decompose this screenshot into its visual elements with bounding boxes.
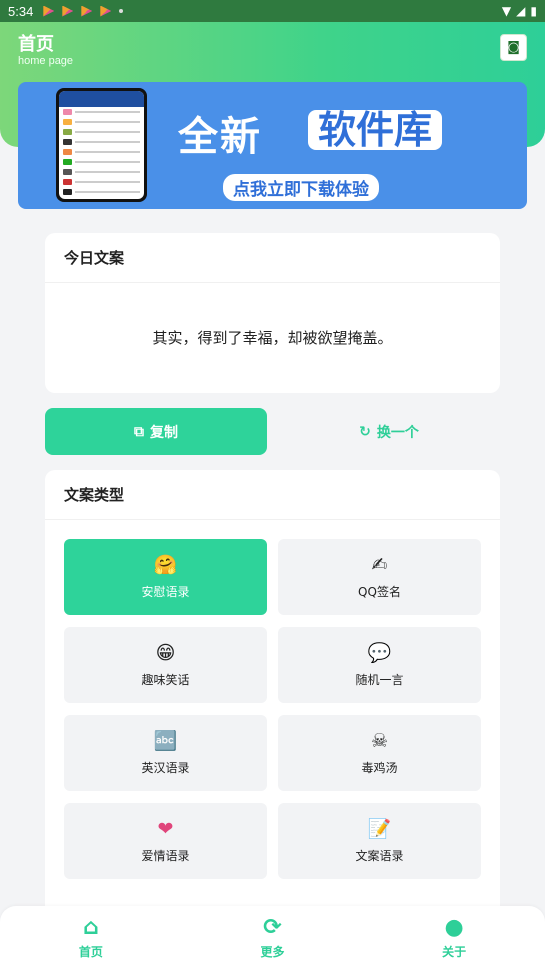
type-tile-label: QQ签名 bbox=[358, 585, 401, 599]
page-title: 首页 bbox=[18, 34, 54, 54]
phone-mockup-icon bbox=[56, 88, 147, 202]
notification-icon bbox=[43, 5, 55, 17]
swap-label: 换一个 bbox=[376, 424, 419, 441]
notepad-icon: 📝 bbox=[367, 818, 392, 840]
refresh-icon: ↻ bbox=[359, 423, 371, 440]
today-title: 今日文案 bbox=[45, 233, 500, 283]
swap-button[interactable]: ↻ 换一个 bbox=[278, 408, 500, 455]
today-card: 今日文案 其实，得到了幸福，却被欲望掩盖。 bbox=[45, 233, 500, 393]
wifi-icon: ▼ bbox=[501, 4, 512, 18]
notification-icon bbox=[81, 5, 93, 17]
banner-cta: 点我立即下载体验 bbox=[223, 174, 379, 201]
battery-icon: ▮ bbox=[530, 4, 537, 18]
type-tile-qq-signature[interactable]: ✍ QQ签名 bbox=[278, 539, 481, 615]
notification-icons bbox=[43, 5, 112, 17]
banner-chip: 软件库 bbox=[308, 110, 443, 150]
type-tile-label: 趣味笑话 bbox=[141, 673, 190, 687]
status-bar: 5:34 ▼ ◢ ▮ bbox=[0, 0, 545, 22]
types-grid: 🤗 安慰语录 ✍ QQ签名 😁 趣味笑话 💬 随机一言 🔤 英汉语录 ☠ 毒鸡汤… bbox=[64, 539, 481, 879]
type-tile-label: 毒鸡汤 bbox=[361, 761, 398, 775]
signal-icon: ◢ bbox=[516, 4, 526, 18]
banner-headline: 全新 bbox=[178, 114, 262, 160]
today-quote: 其实，得到了幸福，却被欲望掩盖。 bbox=[152, 329, 393, 347]
skull-icon: ☠ bbox=[370, 730, 389, 752]
user-icon: ● bbox=[444, 914, 464, 940]
abc-icon: 🔤 bbox=[153, 730, 178, 752]
type-tile-poison-soup[interactable]: ☠ 毒鸡汤 bbox=[278, 715, 481, 791]
type-tile-jokes[interactable]: 😁 趣味笑话 bbox=[64, 627, 267, 703]
hug-emoji-icon: 🤗 bbox=[153, 554, 178, 576]
types-title: 文案类型 bbox=[45, 470, 500, 520]
copy-icon: ⧉ bbox=[134, 423, 144, 440]
heart-icon: ❤ bbox=[157, 818, 174, 840]
nav-about[interactable]: ● 关于 bbox=[419, 914, 489, 960]
nav-more[interactable]: ⟳ 更多 bbox=[237, 914, 307, 960]
copy-label: 复制 bbox=[150, 424, 178, 441]
type-tile-copywriting[interactable]: 📝 文案语录 bbox=[278, 803, 481, 879]
type-tile-comfort[interactable]: 🤗 安慰语录 bbox=[64, 539, 267, 615]
type-tile-label: 英汉语录 bbox=[141, 761, 190, 775]
nav-home[interactable]: ⌂ 首页 bbox=[56, 914, 126, 960]
promo-banner[interactable]: 全新 软件库 点我立即下载体验 bbox=[18, 82, 527, 209]
bottom-nav: ⌂ 首页 ⟳ 更多 ● 关于 bbox=[0, 906, 545, 969]
type-tile-english-chinese[interactable]: 🔤 英汉语录 bbox=[64, 715, 267, 791]
type-tile-label: 文案语录 bbox=[355, 849, 404, 863]
type-tile-label: 安慰语录 bbox=[141, 585, 190, 599]
nav-label: 关于 bbox=[442, 944, 467, 959]
type-tile-love[interactable]: ❤ 爱情语录 bbox=[64, 803, 267, 879]
app-logo-icon: ◙ bbox=[507, 40, 520, 55]
notification-icon bbox=[62, 5, 74, 17]
grin-emoji-icon: 😁 bbox=[155, 642, 176, 664]
type-tile-label: 爱情语录 bbox=[141, 849, 190, 863]
more-notifications-dot-icon bbox=[119, 9, 124, 13]
avatar[interactable]: ◙ bbox=[500, 34, 527, 61]
page-subtitle: home page bbox=[18, 55, 74, 67]
status-time: 5:34 bbox=[8, 3, 34, 19]
speech-bubble-icon: 💬 bbox=[367, 642, 392, 664]
pen-icon: ✍ bbox=[371, 554, 388, 576]
type-tile-label: 随机一言 bbox=[355, 673, 404, 687]
type-tile-random[interactable]: 💬 随机一言 bbox=[278, 627, 481, 703]
nav-label: 更多 bbox=[260, 944, 285, 959]
more-icon: ⟳ bbox=[263, 914, 282, 940]
copy-button[interactable]: ⧉ 复制 bbox=[45, 408, 267, 455]
notification-icon bbox=[100, 5, 112, 17]
nav-label: 首页 bbox=[78, 944, 103, 959]
system-icons: ▼ ◢ ▮ bbox=[502, 4, 537, 18]
home-icon: ⌂ bbox=[82, 914, 99, 940]
